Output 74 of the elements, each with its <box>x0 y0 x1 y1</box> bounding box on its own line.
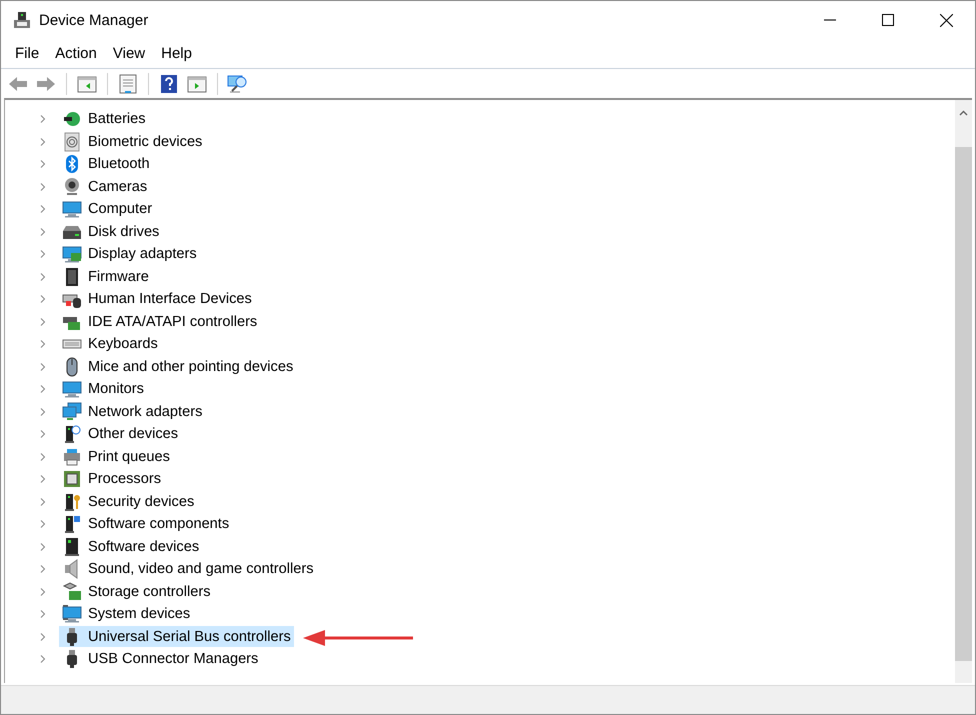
tree-item[interactable]: Print queues <box>59 446 173 468</box>
network-monitors-icon <box>62 402 82 422</box>
fingerprint-icon <box>62 132 82 152</box>
tree-item[interactable]: Processors <box>59 468 164 490</box>
chevron-icon[interactable] <box>39 115 47 124</box>
chevron-icon[interactable] <box>39 565 47 574</box>
tree-item[interactable]: Cameras <box>59 176 150 198</box>
tree-item[interactable]: Disk drives <box>59 221 162 242</box>
chevron-icon[interactable] <box>39 138 47 146</box>
unknown-device-icon <box>62 424 82 444</box>
chevron-icon[interactable] <box>39 362 47 371</box>
chevron-icon[interactable] <box>39 632 47 641</box>
scroll-up-icon[interactable] <box>959 110 968 116</box>
tree-item[interactable]: Network adapters <box>59 401 206 422</box>
menu-item[interactable]: View <box>104 41 154 66</box>
tree-item[interactable]: Biometric devices <box>59 131 206 152</box>
tree-item[interactable]: Keyboards <box>59 334 161 355</box>
chevron-icon[interactable] <box>39 385 47 394</box>
tree-item[interactable]: Security devices <box>59 491 198 512</box>
tree-item[interactable]: Storage controllers <box>59 581 214 602</box>
menu-item[interactable]: Help <box>153 41 200 66</box>
close-icon <box>940 14 952 26</box>
tower-icon <box>62 536 82 557</box>
tree-item[interactable]: Batteries <box>59 108 149 130</box>
chevron-icon[interactable] <box>39 610 47 618</box>
printer-icon <box>62 446 82 467</box>
monitor-icon <box>62 199 82 220</box>
chevron-icon[interactable] <box>39 408 47 416</box>
chevron-icon[interactable] <box>39 475 47 484</box>
chevron-icon[interactable] <box>39 498 47 506</box>
tree-item[interactable]: Computer <box>59 198 156 220</box>
tree-item[interactable]: Universal Serial Bus controllers <box>59 626 294 648</box>
chevron-icon[interactable] <box>39 542 47 551</box>
monitor-icon <box>62 379 82 400</box>
tree-item[interactable]: Sound, video and game controllers <box>59 558 317 580</box>
tree-item[interactable]: IDE ATA/ATAPI controllers <box>59 311 260 332</box>
minimize-icon <box>824 19 836 21</box>
tree-item[interactable]: Software components <box>59 514 232 535</box>
menu-item[interactable]: File <box>7 41 48 66</box>
chevron-icon[interactable] <box>39 452 47 461</box>
webcam-icon <box>62 176 82 197</box>
tree-item[interactable]: Bluetooth <box>59 154 153 175</box>
device-manager-icon <box>13 11 31 29</box>
chevron-icon[interactable] <box>39 250 47 258</box>
chevron-icon[interactable] <box>39 182 47 191</box>
monitor-card-icon <box>62 244 82 264</box>
tree-item[interactable]: Monitors <box>59 378 147 400</box>
tree-item[interactable]: System devices <box>59 604 194 625</box>
chevron-icon[interactable] <box>39 160 47 168</box>
window-title: Device Manager <box>39 12 148 28</box>
chevron-icon[interactable] <box>39 520 47 528</box>
tree-item[interactable]: Software devices <box>59 536 202 558</box>
storage-card-icon <box>62 582 82 602</box>
chevron-icon[interactable] <box>39 295 47 304</box>
processor-icon <box>62 469 82 490</box>
tree-item[interactable]: Display adapters <box>59 244 200 265</box>
maximize-icon <box>882 14 894 26</box>
tree-item[interactable]: Firmware <box>59 266 152 288</box>
chevron-icon[interactable] <box>39 272 47 281</box>
menu-item[interactable]: Action <box>47 41 105 66</box>
system-monitor-icon <box>62 604 82 624</box>
tree-item[interactable]: Human Interface Devices <box>59 288 255 310</box>
tree-item[interactable]: Mice and other pointing devices <box>59 356 296 378</box>
tower-puzzle-icon <box>62 514 82 534</box>
tree-item[interactable]: USB Connector Managers <box>59 648 262 670</box>
chevron-icon[interactable] <box>39 205 47 214</box>
chevron-icon[interactable] <box>39 228 47 236</box>
chevron-icon[interactable] <box>39 655 47 664</box>
chevron-icon[interactable] <box>39 318 47 326</box>
tower-key-icon <box>62 492 82 512</box>
chevron-icon[interactable] <box>39 340 47 348</box>
chevron-icon[interactable] <box>39 430 47 438</box>
chevron-icon[interactable] <box>39 588 47 596</box>
tree-item[interactable]: Other devices <box>59 424 182 445</box>
